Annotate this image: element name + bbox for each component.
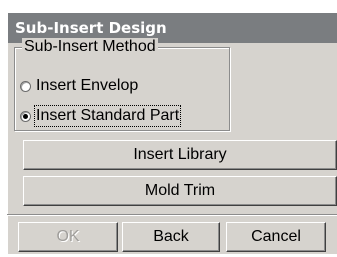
cancel-button[interactable]: Cancel [226,222,326,252]
mold-trim-button[interactable]: Mold Trim [23,176,337,206]
background-panel: Sub-Insert Design Sub-Insert Method Inse… [0,0,337,257]
sub-insert-method-legend: Sub-Insert Method [22,38,158,56]
radio-button-checked[interactable] [20,110,31,122]
radio-insert-envelop[interactable]: Insert Envelop [20,76,138,96]
back-button[interactable]: Back [122,222,220,252]
radio-button-unchecked[interactable] [20,80,31,92]
button-separator [7,214,337,216]
ok-button[interactable]: OK [18,222,118,252]
dialog-title: Sub-Insert Design [15,19,167,37]
radio-insert-standard-part[interactable]: Insert Standard Part [20,105,182,127]
radio-label-insert-standard-part: Insert Standard Part [33,105,182,127]
radio-label-insert-envelop: Insert Envelop [36,77,139,94]
insert-library-button[interactable]: Insert Library [23,140,337,170]
